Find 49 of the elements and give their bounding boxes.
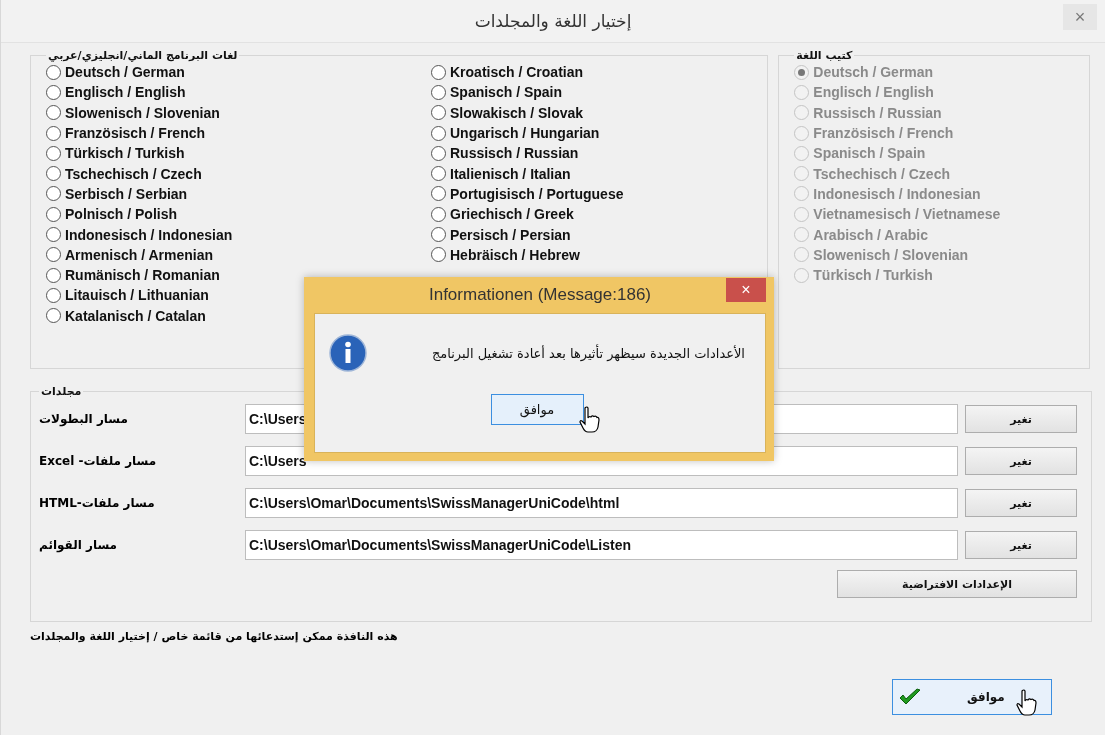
language-radio[interactable]: Ungarisch / Hungarian [431, 122, 600, 144]
change-button[interactable]: تغير [965, 489, 1077, 517]
checkmark-icon [898, 687, 922, 707]
language-radio[interactable]: Indonesisch / Indonesian [46, 224, 233, 245]
hand-cursor-icon [1016, 689, 1038, 717]
language-radio[interactable]: Slowakisch / Slovak [431, 102, 584, 123]
footer-note: هذه النافذة ممكن إستدعائها من قائمة خاص / إختيار اللغة والمجلدات [30, 630, 398, 643]
group-title: كتيب اللغة [795, 49, 854, 62]
language-radio[interactable]: Englisch / English [46, 82, 186, 103]
info-icon [329, 334, 367, 372]
change-button[interactable]: تغير [965, 405, 1077, 433]
language-radio[interactable]: Rumänisch / Romanian [46, 264, 220, 286]
change-button[interactable]: تغير [965, 447, 1077, 475]
group-title: لغات البرنامج الماني/انجليزي/عربي [47, 49, 239, 62]
language-radio[interactable]: Griechisch / Greek [431, 204, 574, 225]
path-field[interactable]: C:\Users\Omar\Documents\SwissManagerUniCode\Listen [245, 530, 958, 560]
folder-label: مسار البطولات [39, 412, 128, 426]
folder-label: مسار ملفات-HTML [39, 496, 155, 510]
language-radio[interactable]: Serbisch / Serbian [46, 183, 188, 205]
language-radio[interactable]: Kroatisch / Croatian [431, 62, 584, 83]
language-radio[interactable]: Türkisch / Turkish [46, 143, 185, 164]
language-radio[interactable]: Polnisch / Polish [46, 204, 178, 225]
language-radio[interactable]: Persisch / Persian [431, 224, 571, 245]
language-radio[interactable]: Hebräisch / Hebrew [431, 244, 580, 265]
group-title: مجلدات [40, 385, 83, 398]
hand-cursor-icon [579, 406, 601, 434]
language-radio[interactable]: Französisch / French [46, 122, 206, 144]
ok-button[interactable]: موافق [490, 394, 584, 425]
language-radio[interactable]: Portugisisch / Portuguese [431, 183, 624, 205]
language-radio[interactable]: Tschechisch / Czech [46, 163, 202, 184]
language-radio[interactable]: Spanisch / Spain [431, 82, 563, 103]
folder-label: مسار القوائم [39, 538, 118, 552]
folder-label: مسار ملفات- Excel [39, 454, 157, 468]
path-field[interactable]: C:\Users\Omar\Documents\SwissManagerUniCode\html [245, 488, 958, 518]
close-button[interactable]: × [1063, 4, 1097, 30]
language-radio[interactable]: Armenisch / Armenian [46, 244, 214, 265]
language-radio[interactable]: Deutsch / German [46, 62, 185, 83]
dialog-title: Informationen (Message:186) [428, 285, 652, 305]
change-button[interactable]: تغير [965, 531, 1077, 559]
language-radio[interactable]: Litauisch / Lithuanian [46, 285, 209, 306]
close-button[interactable]: × [726, 278, 766, 302]
language-radio[interactable]: Russisch / Russian [431, 143, 579, 164]
language-radio[interactable]: Italienisch / Italian [431, 163, 571, 184]
language-radio[interactable]: Katalanisch / Catalan [46, 305, 206, 326]
defaults-button[interactable]: الإعدادات الافتراضية [837, 570, 1077, 598]
ok-button[interactable]: موافق [892, 679, 1052, 715]
language-radio[interactable]: Slowenisch / Slovenian [46, 102, 220, 123]
window-title: إختيار اللغة والمجلدات [474, 11, 632, 31]
dialog-message: الأعدادات الجديدة سيظهر تأثيرها بعد أعادة تشغيل البرنامج [431, 345, 745, 361]
